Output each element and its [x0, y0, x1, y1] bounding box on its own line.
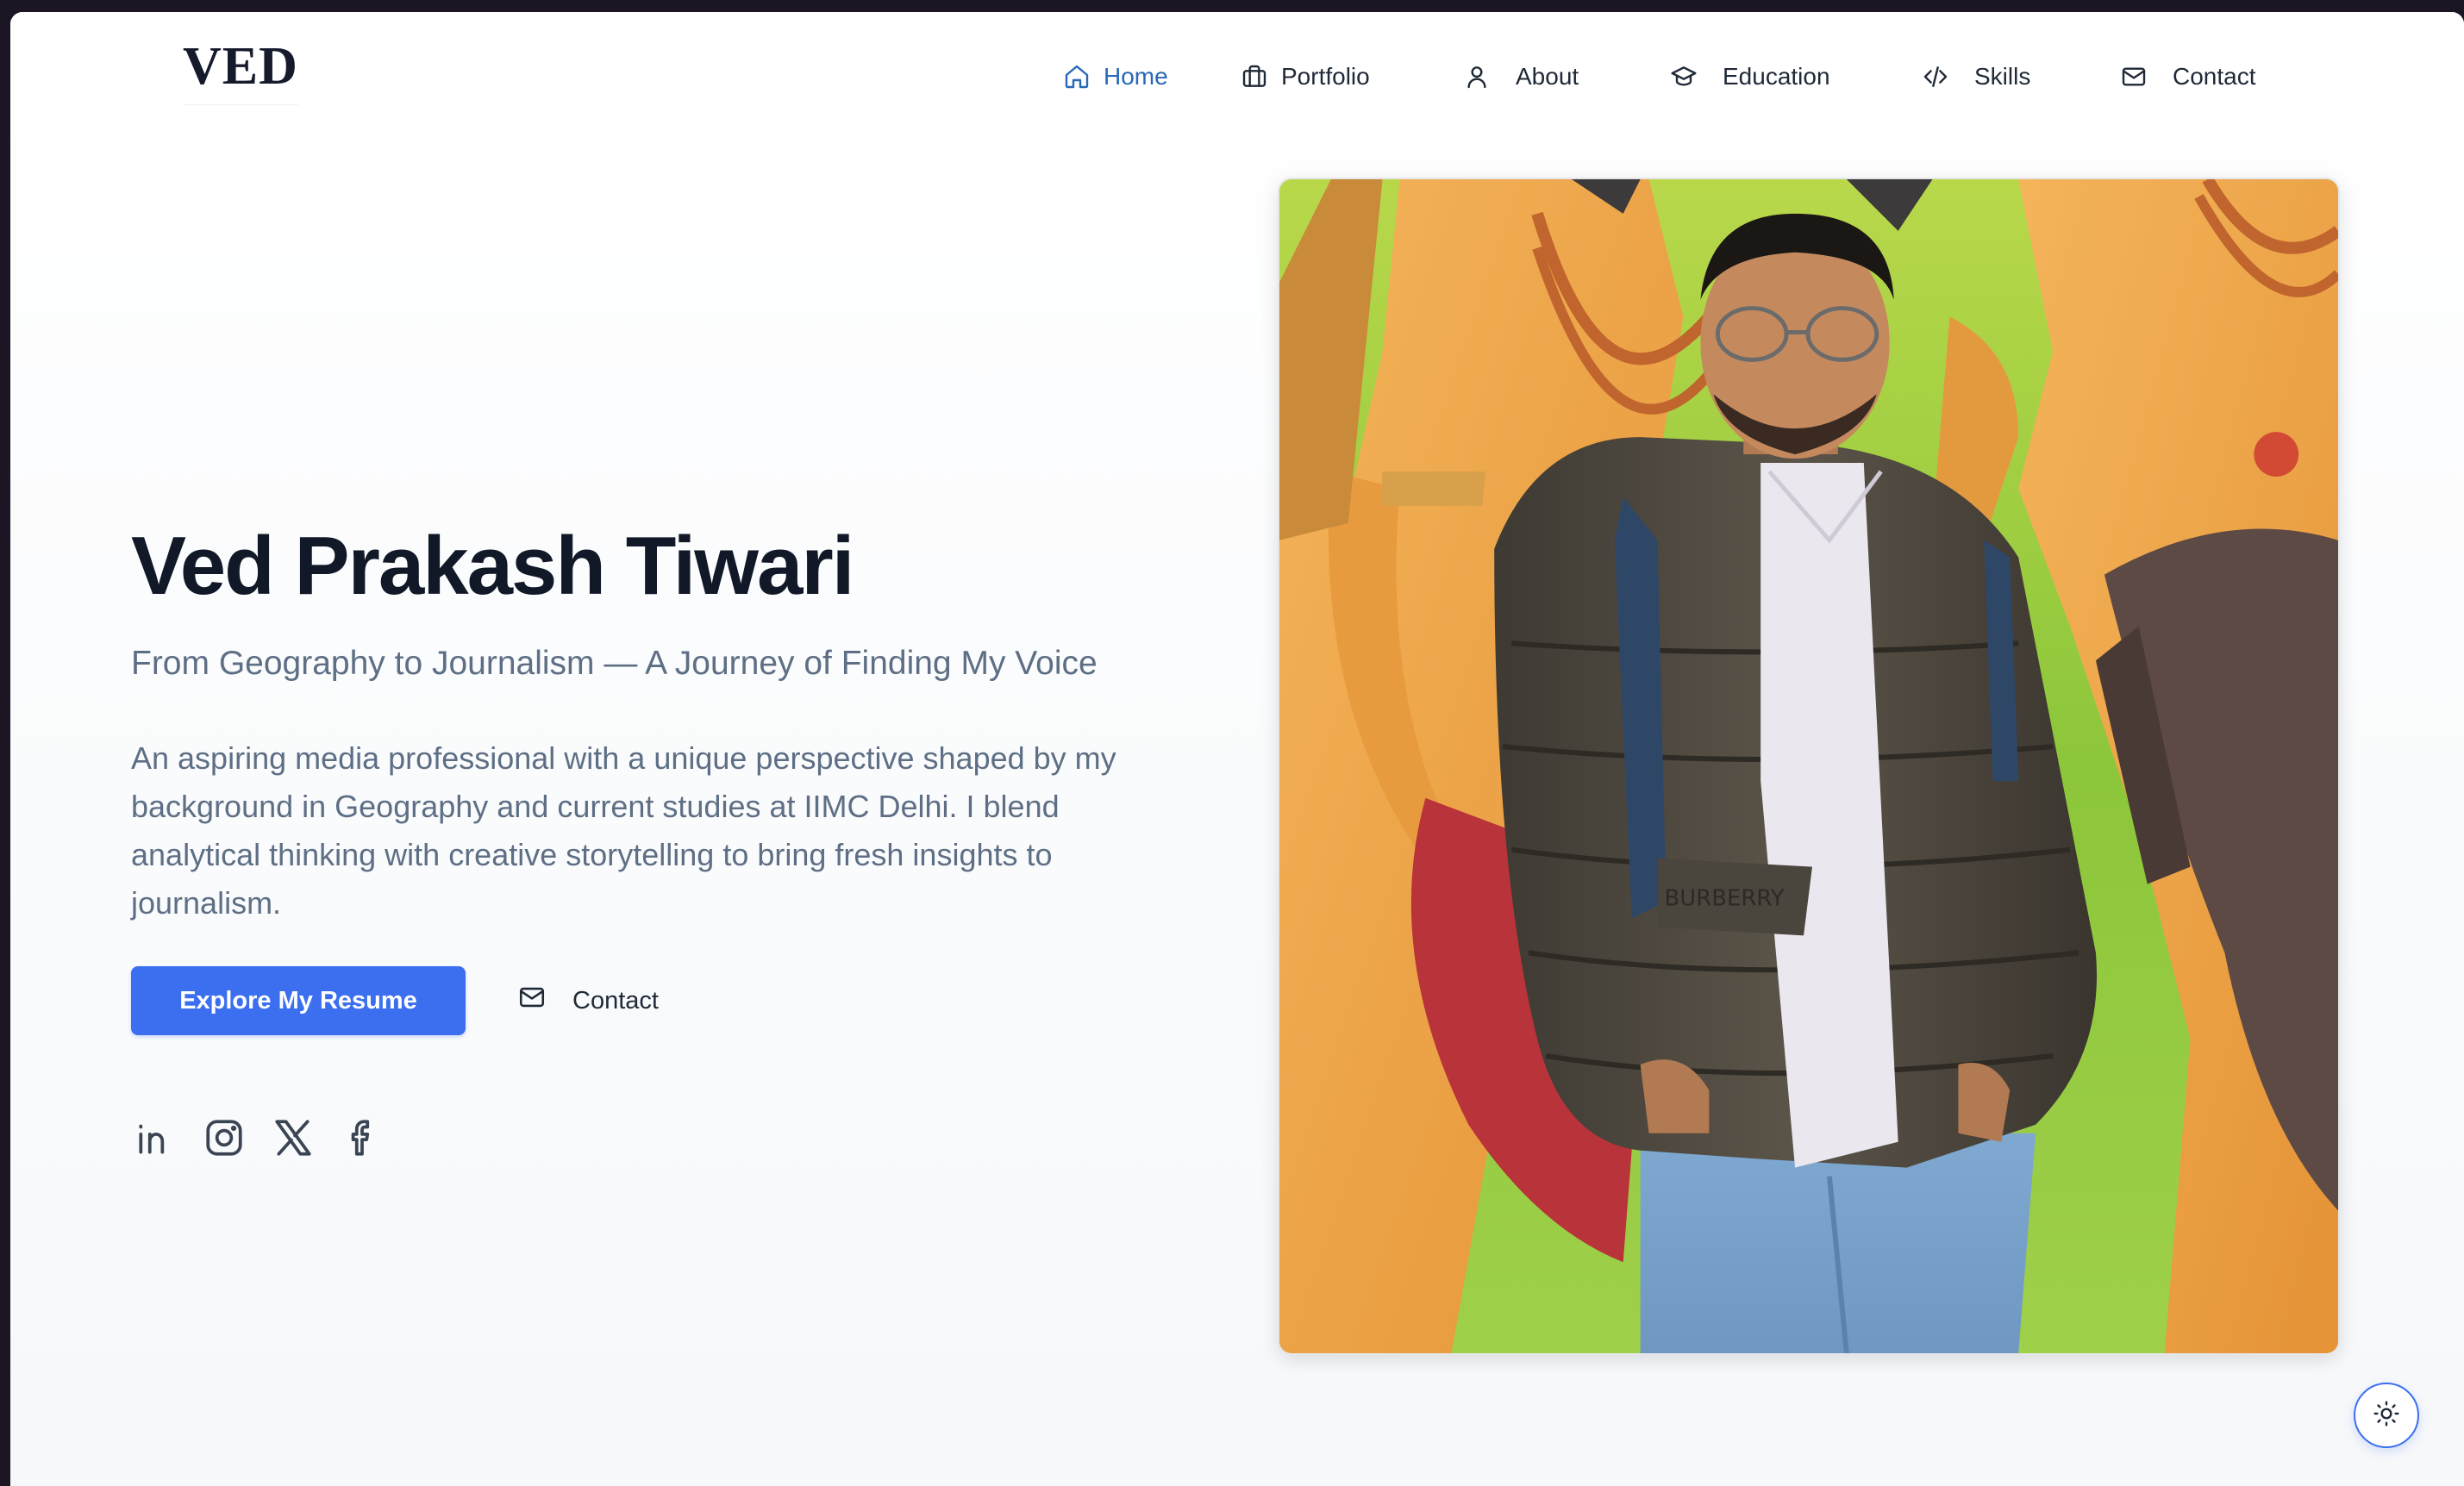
mail-icon [517, 983, 547, 1019]
nav-home-label: Home [1104, 63, 1168, 90]
hero-title: Ved Prakash Tiwari [131, 520, 854, 612]
browser-viewport: VED Home Portfolio About Education Skill… [10, 12, 2464, 1486]
site-header: VED Home Portfolio About Education Skill… [10, 12, 2464, 141]
user-icon [1462, 62, 1492, 91]
nav-contact[interactable]: Contact [2119, 55, 2256, 98]
code-icon [1921, 62, 1950, 91]
graduation-cap-icon [1669, 62, 1698, 91]
nav-portfolio-label: Portfolio [1281, 63, 1370, 90]
nav-contact-label: Contact [2173, 63, 2256, 90]
nav-skills-label: Skills [1974, 63, 2031, 90]
facebook-icon[interactable] [338, 1114, 386, 1162]
jacket-text: BURBERRY [1665, 886, 1785, 912]
nav-education[interactable]: Education [1669, 55, 1830, 98]
nav-portfolio[interactable]: Portfolio [1240, 55, 1370, 98]
briefcase-icon [1240, 62, 1269, 91]
contact-button-label: Contact [572, 986, 659, 1015]
contact-button[interactable]: Contact [517, 977, 659, 1024]
linkedin-icon[interactable] [131, 1114, 179, 1162]
mail-icon [2119, 62, 2148, 91]
theme-toggle-button[interactable] [2354, 1383, 2419, 1448]
profile-photo: BURBERRY [1278, 178, 2340, 1355]
nav-about-label: About [1516, 63, 1579, 90]
hero-subtitle: From Geography to Journalism — A Journey… [131, 645, 1098, 682]
x-icon[interactable] [269, 1114, 317, 1162]
sun-icon [2373, 1400, 2400, 1432]
home-icon [1062, 62, 1091, 91]
main-nav: Home Portfolio About Education Skills Co… [10, 12, 2464, 141]
hero-description: An aspiring media professional with a un… [131, 740, 1116, 921]
nav-skills[interactable]: Skills [1921, 55, 2030, 98]
nav-education-label: Education [1723, 63, 1830, 90]
explore-resume-button[interactable]: Explore My Resume [131, 966, 466, 1035]
nav-about[interactable]: About [1462, 55, 1579, 98]
nav-home[interactable]: Home [1062, 55, 1168, 98]
instagram-icon[interactable] [200, 1114, 248, 1162]
